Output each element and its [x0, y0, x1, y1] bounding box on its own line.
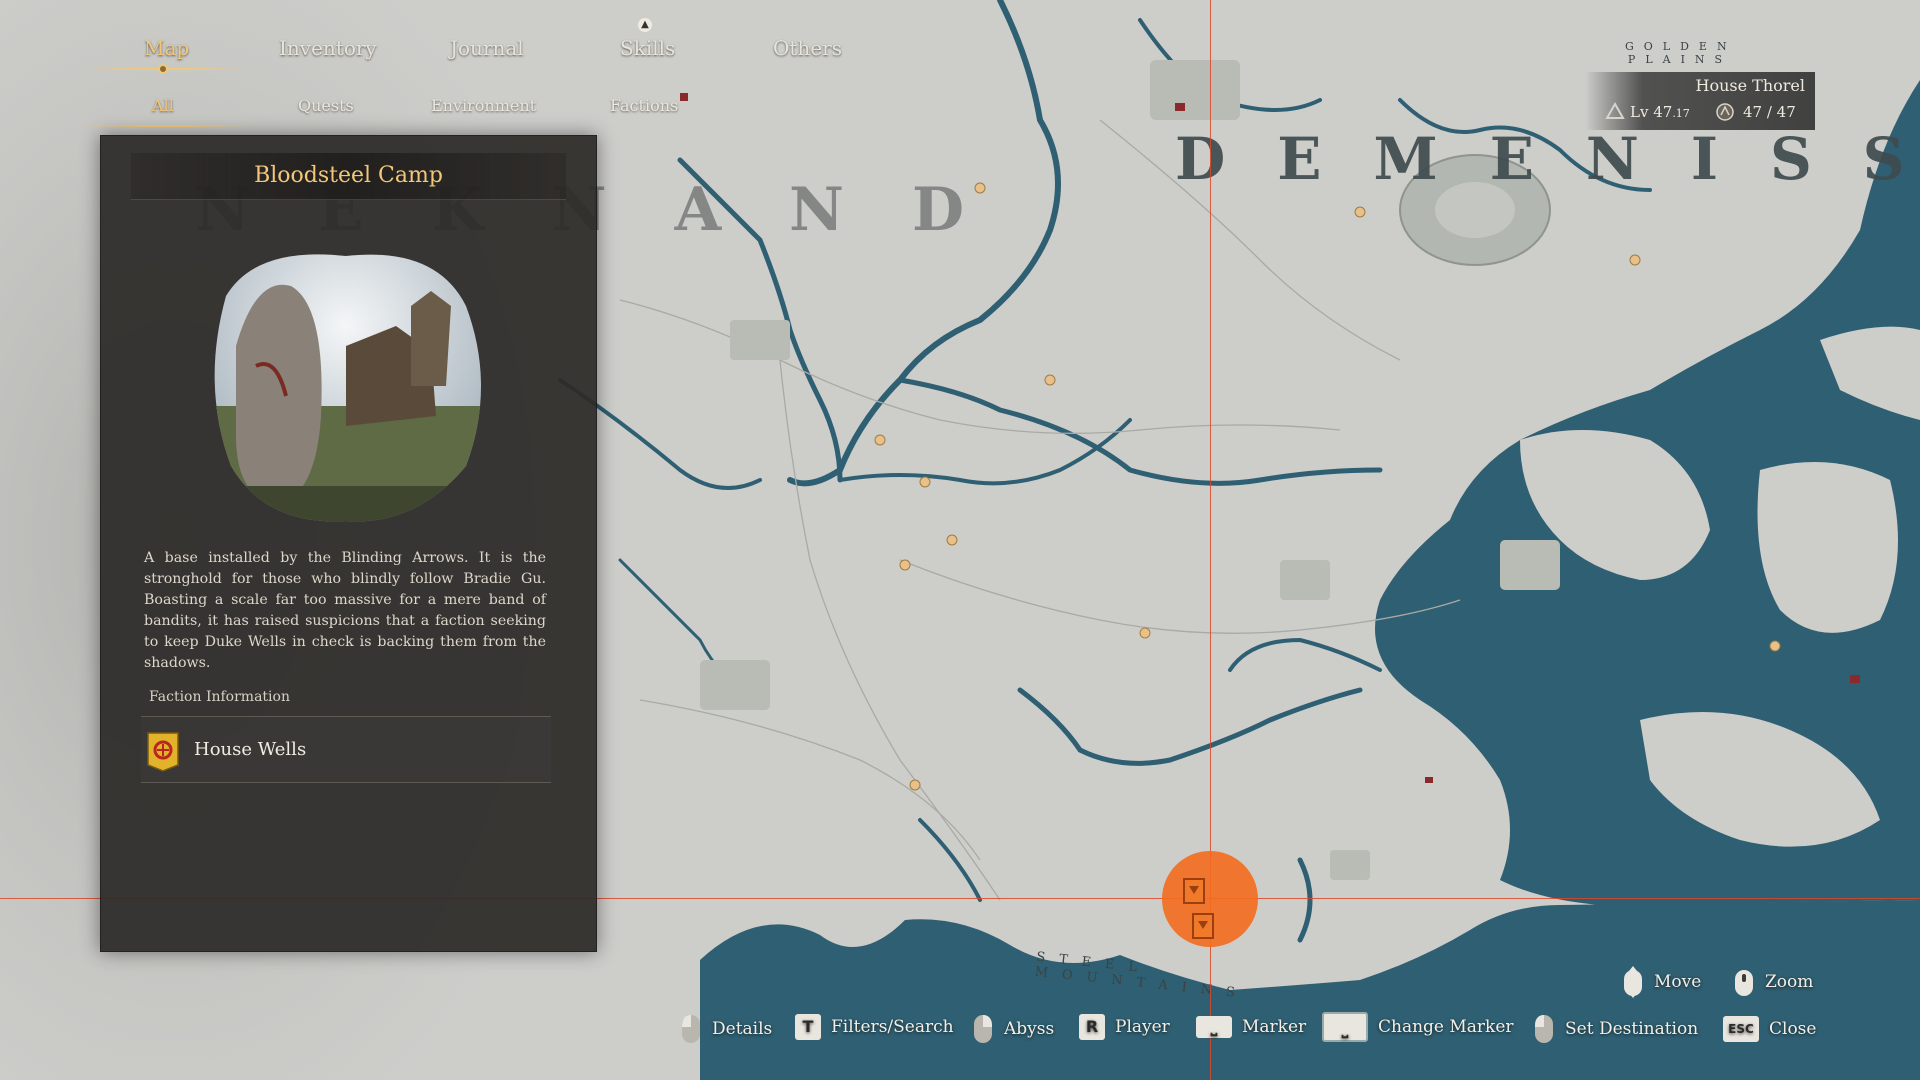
tab-map-indicator	[158, 64, 168, 74]
hint-zoom: Zoom	[1733, 966, 1813, 998]
hint-abyss: Abyss	[972, 1013, 1054, 1045]
key-space: ⎵	[1196, 1016, 1232, 1038]
subtab-quests[interactable]: Quests	[298, 96, 354, 115]
mouse-left-icon-2	[1535, 1015, 1553, 1043]
tab-map[interactable]: Map	[144, 36, 189, 60]
hint-filters-search: T Filters/Search	[795, 1014, 954, 1040]
tab-journal[interactable]: Journal	[450, 36, 524, 60]
hint-marker: ⎵ Marker	[1196, 1016, 1306, 1038]
camp-marker-icon[interactable]	[1183, 878, 1205, 904]
top-navigation: Map Inventory Journal ▲ Skills Others Al…	[80, 18, 880, 130]
tab-skills[interactable]: Skills	[620, 36, 675, 60]
faction-info-heading: Faction Information	[149, 689, 290, 705]
level-icon	[1605, 102, 1625, 119]
hint-move: Move	[1622, 966, 1701, 998]
hint-change-marker: ⎵ Change Marker	[1322, 1012, 1514, 1042]
location-description: A base installed by the Blinding Arrows.…	[144, 550, 546, 671]
region-label-demeniss: DEMENISS	[1175, 125, 1920, 193]
key-esc: ESC	[1723, 1016, 1759, 1042]
key-r: R	[1079, 1014, 1105, 1040]
house-wells-emblem-icon	[147, 732, 179, 772]
skills-notification-icon: ▲	[638, 18, 652, 32]
player-info: House Thorel Lv 47.17 47 / 47	[1585, 72, 1815, 130]
subtab-factions[interactable]: Factions	[610, 96, 678, 115]
hint-player: R Player	[1079, 1014, 1170, 1040]
faction-name: House Wells	[194, 739, 307, 760]
location-illustration	[214, 254, 482, 522]
tab-others[interactable]: Others	[773, 36, 842, 60]
mouse-move-icon	[1624, 966, 1642, 998]
player-house: House Thorel	[1695, 76, 1806, 95]
panel-title-bar: Bloodsteel Camp	[131, 153, 566, 200]
tab-inventory[interactable]: Inventory	[279, 36, 377, 60]
subtab-environment[interactable]: Environment	[431, 96, 536, 115]
faction-row[interactable]: House Wells	[141, 716, 551, 783]
mouse-scroll-icon	[1735, 970, 1753, 996]
player-troops: 47 / 47	[1743, 103, 1796, 121]
subtab-all-underline	[80, 125, 250, 127]
location-info-panel: Bloodsteel Camp A base installed by the …	[100, 135, 597, 952]
location-title: Bloodsteel Camp	[254, 163, 443, 188]
mouse-left-icon	[682, 1015, 700, 1043]
hint-close: ESC Close	[1723, 1016, 1816, 1042]
hint-set-destination: Set Destination	[1533, 1013, 1698, 1045]
troop-icon	[1716, 103, 1734, 121]
region-label-golden-plains: GOLDEN PLAINS	[1625, 40, 1737, 66]
subtab-all[interactable]: All	[152, 96, 174, 115]
mouse-right-icon	[974, 1015, 992, 1043]
key-t: T	[795, 1014, 821, 1040]
key-space-large: ⎵	[1322, 1012, 1368, 1042]
camp-marker-icon-secondary[interactable]	[1192, 913, 1214, 939]
player-level: Lv 47.17	[1630, 103, 1690, 121]
hint-details: Details	[680, 1013, 772, 1045]
